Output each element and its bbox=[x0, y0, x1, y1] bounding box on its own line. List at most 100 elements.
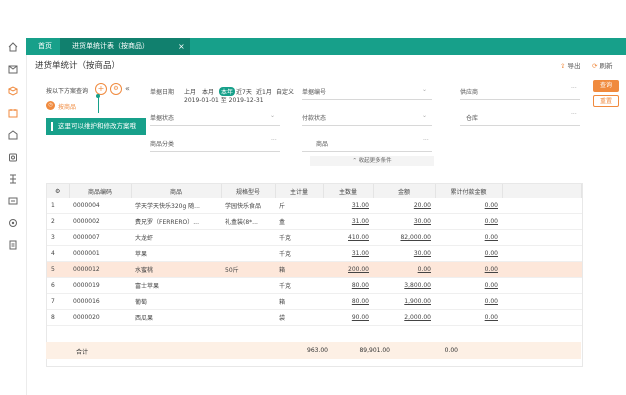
warehouse-icon[interactable] bbox=[8, 130, 18, 140]
product-field[interactable] bbox=[302, 151, 432, 152]
table-row[interactable]: 1 0000004 学天学天快乐320g 随... 学园快乐食品斤 31.00 20.00… bbox=[47, 198, 582, 214]
pay-status-label: 付款状态 bbox=[302, 115, 327, 122]
scheme-settings-icon[interactable]: ⚙ bbox=[110, 83, 122, 95]
col-header-paid[interactable]: 累计付款金额 bbox=[435, 184, 503, 198]
date-range-input[interactable]: 2019-01-01 至 2019-12-31 bbox=[184, 95, 264, 104]
cell-amount[interactable]: 1,900.00 bbox=[373, 293, 435, 310]
cell-qty[interactable]: 31.00 bbox=[323, 245, 373, 262]
cell-paid[interactable]: 0.00 bbox=[435, 277, 502, 294]
more-icon[interactable]: ··· bbox=[271, 137, 277, 144]
report-icon[interactable] bbox=[8, 108, 18, 118]
more-icon[interactable]: ··· bbox=[423, 137, 429, 144]
chevron-up-icon: ⌃ bbox=[352, 158, 357, 164]
cell-blank bbox=[502, 245, 582, 262]
status-field[interactable] bbox=[150, 125, 280, 126]
query-button[interactable]: 查询 bbox=[593, 80, 619, 92]
cell-amount[interactable]: 82,000.00 bbox=[373, 229, 435, 246]
table-row[interactable]: 6 0000019 富士苹果 千克 80.00 3,800.00 0.00 bbox=[47, 277, 582, 294]
tooltip-bar bbox=[51, 122, 53, 131]
cell-product: 费兄罗（FERRERO）... bbox=[131, 213, 221, 230]
table-header: ⚙ 商品编码 商品 规格型号 主计量 主数量 金额 累计付款金额 bbox=[47, 184, 582, 198]
cell-amount[interactable]: 2,000.00 bbox=[373, 309, 435, 326]
cell-paid[interactable]: 0.00 bbox=[435, 261, 502, 278]
cell-amount[interactable]: 20.00 bbox=[373, 198, 435, 214]
tab-home[interactable]: 首页 bbox=[30, 38, 60, 55]
cell-spec bbox=[221, 277, 275, 294]
cell-amount[interactable]: 0.00 bbox=[373, 261, 435, 278]
settings-icon[interactable] bbox=[8, 218, 18, 228]
column-settings-icon[interactable]: ⚙ bbox=[47, 184, 70, 198]
table-row[interactable]: 7 0000016 葡萄 箱 80.00 1,900.00 0.00 bbox=[47, 293, 582, 310]
cell-paid[interactable]: 0.00 bbox=[435, 293, 502, 310]
sidebar-rail bbox=[0, 38, 27, 395]
cell-amount[interactable]: 30.00 bbox=[373, 245, 435, 262]
cell-qty[interactable]: 200.00 bbox=[323, 261, 373, 278]
cell-qty[interactable]: 410.00 bbox=[323, 229, 373, 246]
purchase-icon[interactable] bbox=[8, 64, 18, 74]
close-icon[interactable]: × bbox=[178, 38, 185, 55]
cell-paid[interactable]: 0.00 bbox=[435, 245, 502, 262]
sales-icon[interactable] bbox=[7, 86, 19, 96]
export-button[interactable]: ⇪ 导出 bbox=[560, 60, 581, 70]
order-no-field[interactable] bbox=[302, 99, 432, 100]
table-row[interactable]: 5 0000012 水蜜桃 50斤箱 200.00 0.00 0.00 bbox=[47, 261, 582, 278]
more-icon[interactable]: ··· bbox=[571, 111, 577, 118]
cell-qty[interactable]: 80.00 bbox=[323, 277, 373, 294]
tab-purchase-stats[interactable]: 进货单统计表（按商品） × bbox=[60, 38, 190, 55]
cell-unit: 盒 bbox=[275, 213, 323, 230]
cell-unit: 千克 bbox=[275, 229, 323, 246]
supplier-field[interactable] bbox=[460, 99, 580, 100]
cell-qty[interactable]: 31.00 bbox=[323, 198, 373, 214]
archive-icon[interactable] bbox=[8, 196, 18, 206]
warehouse-field[interactable] bbox=[460, 125, 580, 126]
row-number: 3 bbox=[47, 229, 69, 246]
period-custom[interactable]: 自定义 bbox=[276, 87, 294, 96]
pay-status-field[interactable] bbox=[302, 125, 432, 126]
collapse-conditions-button[interactable]: ⌃ 收起更多条件 bbox=[310, 156, 434, 166]
cell-paid[interactable]: 0.00 bbox=[435, 213, 502, 230]
col-header-amount[interactable]: 金额 bbox=[373, 184, 436, 198]
finance-icon[interactable] bbox=[8, 174, 18, 184]
cell-paid[interactable]: 0.00 bbox=[435, 309, 502, 326]
col-header-unit[interactable]: 主计量 bbox=[275, 184, 324, 198]
table-row[interactable]: 8 0000020 西瓜果 袋 90.00 2,000.00 0.00 bbox=[47, 309, 582, 326]
cell-product: 西瓜果 bbox=[131, 309, 221, 326]
collapse-left-icon[interactable]: « bbox=[125, 84, 130, 93]
category-field[interactable] bbox=[150, 151, 280, 152]
table-row[interactable]: 2 0000002 费兄罗（FERRERO）... 礼盒装(8*... 盒 31.00 30… bbox=[47, 213, 582, 230]
inventory-icon[interactable] bbox=[8, 152, 18, 162]
refresh-label: 刷新 bbox=[599, 62, 613, 70]
chevron-down-icon[interactable]: ⌄ bbox=[422, 112, 427, 119]
more-icon[interactable]: ··· bbox=[571, 85, 577, 92]
document-icon[interactable] bbox=[8, 240, 18, 250]
row-number: 2 bbox=[47, 213, 69, 230]
cell-spec bbox=[221, 229, 275, 246]
total-row: 合计 963.00 89,901.00 0.00 bbox=[46, 342, 581, 359]
col-header-spec[interactable]: 规格型号 bbox=[221, 184, 276, 198]
cell-paid[interactable]: 0.00 bbox=[435, 198, 502, 214]
cell-amount[interactable]: 30.00 bbox=[373, 213, 435, 230]
chevron-down-icon[interactable]: ⌄ bbox=[270, 112, 275, 119]
table-row[interactable]: 3 0000007 大龙虾 千克 410.00 82,000.00 0.00 bbox=[47, 229, 582, 246]
col-header-qty[interactable]: 主数量 bbox=[323, 184, 374, 198]
col-header-code[interactable]: 商品编码 bbox=[69, 184, 132, 198]
refresh-button[interactable]: ⟳ 刷新 bbox=[592, 60, 613, 70]
cell-amount[interactable]: 3,800.00 bbox=[373, 277, 435, 294]
col-header-product[interactable]: 商品 bbox=[131, 184, 222, 198]
chevron-down-icon[interactable]: ⌄ bbox=[422, 86, 427, 93]
category-label: 商品分类 bbox=[150, 141, 175, 148]
tooltip-text: 这里可以维护和修改方案哦 bbox=[58, 122, 136, 130]
home-icon[interactable] bbox=[8, 42, 18, 52]
cell-qty[interactable]: 90.00 bbox=[323, 309, 373, 326]
reset-button[interactable]: 重置 bbox=[593, 95, 619, 107]
scheme-current[interactable]: 按商品 bbox=[58, 102, 76, 111]
cell-blank bbox=[502, 213, 582, 230]
table-row[interactable]: 4 0000001 苹果 千克 31.00 30.00 0.00 bbox=[47, 245, 582, 262]
cell-paid[interactable]: 0.00 bbox=[435, 229, 502, 246]
status-label: 单据状态 bbox=[150, 115, 175, 122]
cell-blank bbox=[502, 309, 582, 326]
cell-qty[interactable]: 31.00 bbox=[323, 213, 373, 230]
cell-spec: 学园快乐食品 bbox=[221, 198, 275, 214]
export-label: 导出 bbox=[567, 62, 581, 70]
cell-qty[interactable]: 80.00 bbox=[323, 293, 373, 310]
